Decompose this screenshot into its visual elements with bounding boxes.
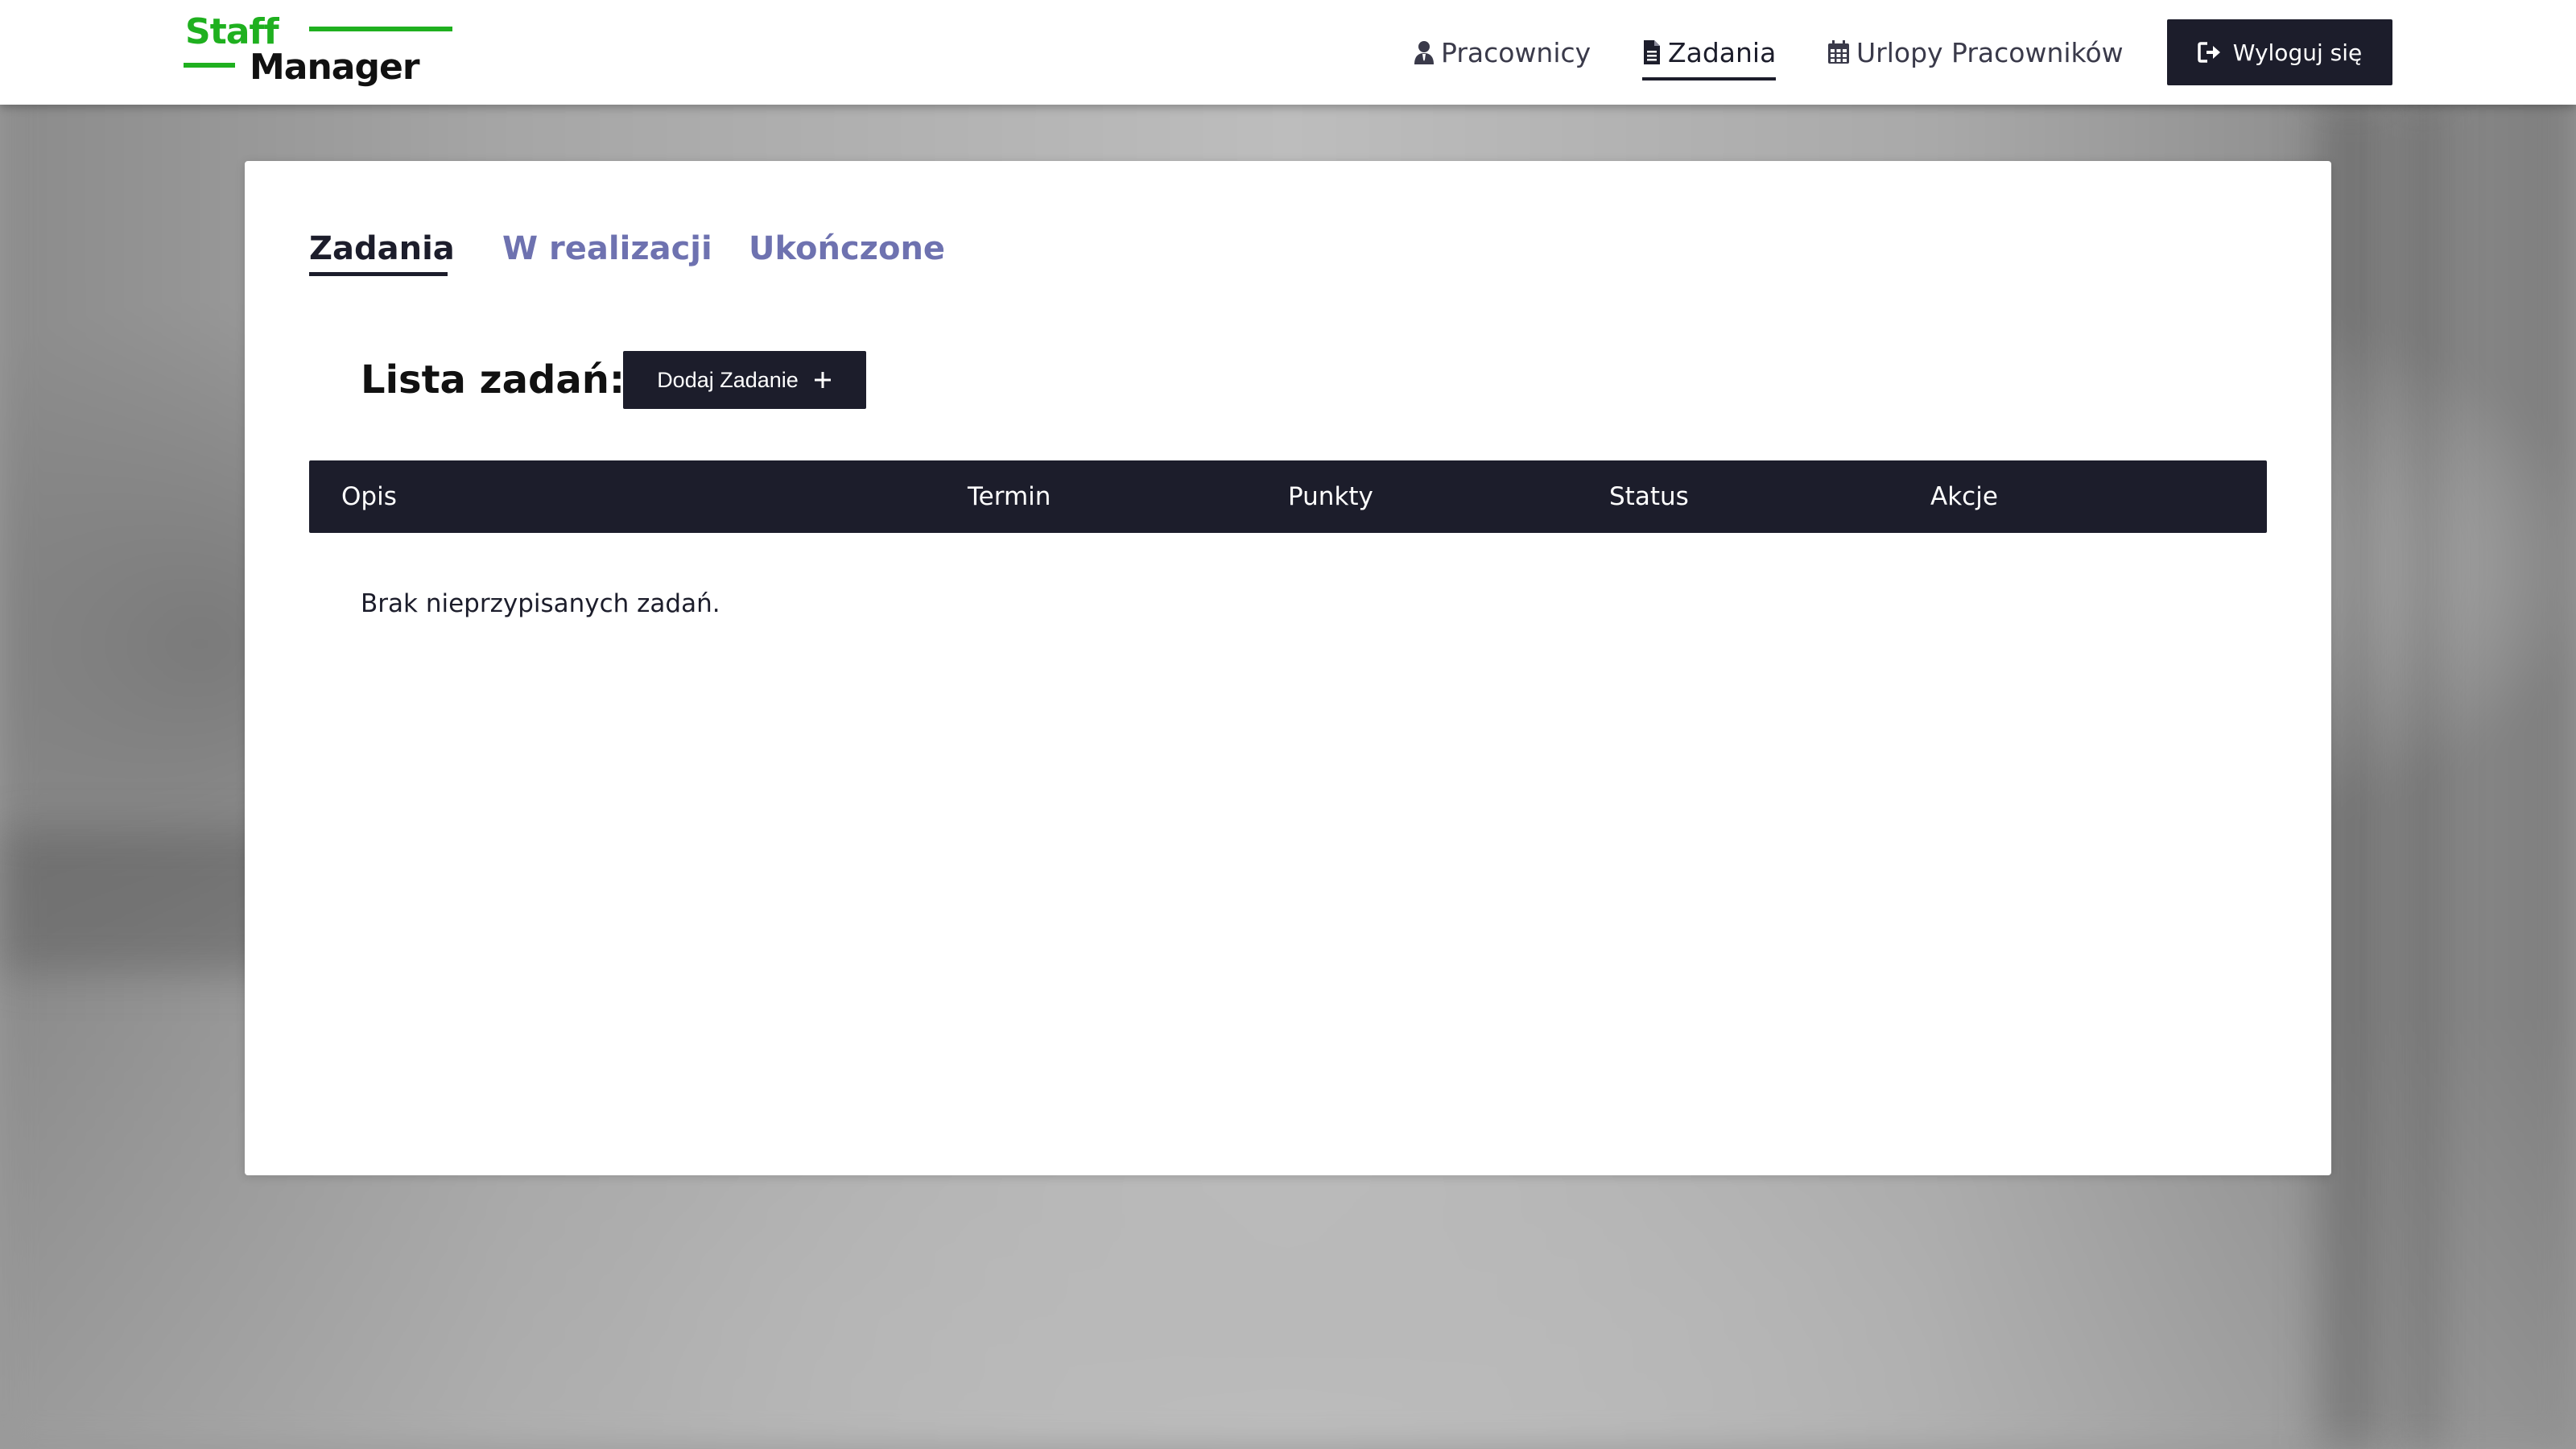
user-tie-icon <box>1414 41 1434 64</box>
logo[interactable]: Staff Manager <box>184 13 457 85</box>
tasks-table-header: Opis Termin Punkty Status Akcje <box>309 460 2267 533</box>
column-header-punkty[interactable]: Punkty <box>1288 460 1373 533</box>
top-navbar: Staff Manager Pracownicy Zadania Urlopy … <box>0 0 2576 105</box>
background-pillar <box>2407 97 2439 1449</box>
column-header-akcje: Akcje <box>1930 482 1998 511</box>
tab-zadania[interactable]: Zadania <box>309 227 455 270</box>
add-task-label: Dodaj Zadanie <box>657 367 799 392</box>
task-list-title: Lista zadań: <box>361 357 625 402</box>
logo-line-bottom <box>184 63 235 68</box>
calendar-icon <box>1828 40 1849 64</box>
logo-manager-text: Manager <box>250 47 420 88</box>
column-header-opis[interactable]: Opis <box>341 460 397 533</box>
tab-ukonczone[interactable]: Ukończone <box>749 227 945 270</box>
nav-label-urlopy: Urlopy Pracowników <box>1856 36 2124 68</box>
nav-item-zadania[interactable]: Zadania <box>1642 32 1776 72</box>
logo-text-manager: Manager <box>250 47 420 88</box>
nav-active-indicator <box>1642 77 1776 80</box>
file-icon <box>1644 40 1660 64</box>
tab-active-indicator <box>309 272 448 276</box>
logo-text-staff: Staff <box>185 14 279 50</box>
nav-label-zadania: Zadania <box>1668 36 1777 68</box>
logout-button[interactable]: Wyloguj się <box>2167 19 2392 85</box>
sign-out-icon <box>2198 42 2220 63</box>
nav-item-urlopy[interactable]: Urlopy Pracowników <box>1827 32 2124 72</box>
empty-tasks-message: Brak nieprzypisanych zadań. <box>361 589 720 618</box>
nav-label-pracownicy: Pracownicy <box>1441 36 1591 68</box>
column-header-status[interactable]: Status <box>1609 460 1689 533</box>
tasks-panel: Zadania W realizacji Ukończone Lista zad… <box>245 161 2331 1175</box>
tab-w-realizacji[interactable]: W realizacji <box>502 227 712 270</box>
logout-label: Wyloguj się <box>2232 39 2363 66</box>
nav-item-pracownicy[interactable]: Pracownicy <box>1414 32 1591 72</box>
column-header-termin[interactable]: Termin <box>968 460 1051 533</box>
plus-icon <box>814 372 831 388</box>
logo-line-top <box>309 27 452 31</box>
add-task-button[interactable]: Dodaj Zadanie <box>623 351 866 409</box>
